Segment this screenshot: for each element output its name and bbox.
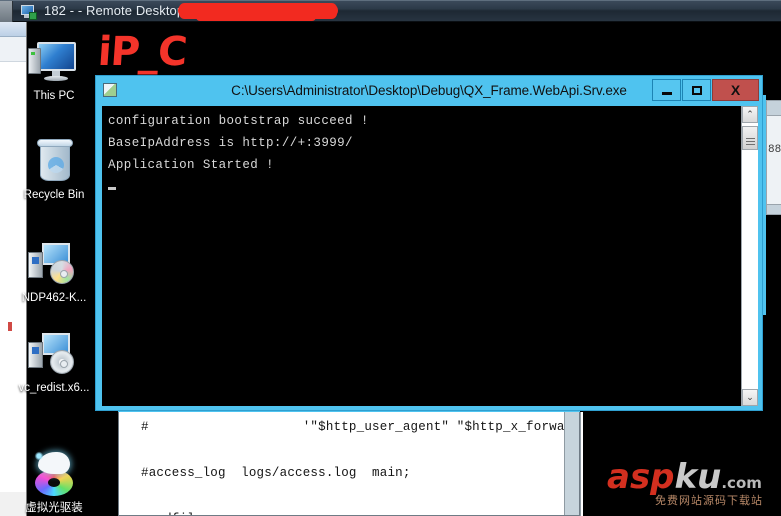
console-line: configuration bootstrap succeed ! <box>108 114 369 128</box>
minimize-button[interactable] <box>652 79 681 101</box>
scrollbar-track[interactable] <box>742 150 758 389</box>
editor-line: # '"$http_user_agent" "$http_x_forwa <box>141 420 564 434</box>
scroll-down-arrow-icon[interactable]: ⌄ <box>742 389 758 406</box>
computer-icon <box>26 38 82 86</box>
maximize-button[interactable] <box>682 79 711 101</box>
background-window-right-fragment[interactable]: 88 <box>766 100 781 215</box>
editor-scrollbar[interactable] <box>564 412 579 515</box>
watermark-ku: ku <box>674 457 722 497</box>
watermark-asp: asp <box>607 457 675 497</box>
scrollbar-thumb[interactable] <box>742 126 758 150</box>
desktop-icon-label: 虚拟光驱装 <box>25 502 83 514</box>
desktop-icon-label: vc_redist.x6... <box>18 382 90 394</box>
rdp-title-prefix: 182 - <box>44 3 78 18</box>
desktop-icon-label: Recycle Bin <box>23 189 85 201</box>
window-controls[interactable]: X <box>651 79 759 101</box>
desktop-icon-recycle-bin[interactable]: Recycle Bin <box>8 137 100 202</box>
fragment-header <box>767 101 781 116</box>
fragment-text: 88 <box>768 144 781 156</box>
redaction-mark <box>178 4 338 21</box>
desktop-icon-virtual-drive[interactable]: 虚拟光驱装 <box>8 450 100 515</box>
console-scrollbar[interactable]: ⌃ ⌄ <box>741 106 758 406</box>
editor-content[interactable]: # '"$http_user_agent" "$http_x_forwa #ac… <box>127 412 564 515</box>
rdp-pin-button[interactable] <box>0 0 13 22</box>
close-button[interactable]: X <box>712 79 759 101</box>
console-output[interactable]: configuration bootstrap succeed ! BaseIpA… <box>102 106 741 406</box>
console-window[interactable]: C:\Users\Administrator\Desktop\Debug\QX_… <box>95 75 763 411</box>
desktop-icon-ndp462[interactable]: NDP462-K... <box>8 240 100 305</box>
handwritten-annotation: iP_C <box>96 29 188 75</box>
installer-package-icon <box>26 330 82 378</box>
remote-desktop-icon <box>20 3 37 20</box>
desktop-icon-vc-redist[interactable]: vc_redist.x6... <box>8 330 100 395</box>
desktop-icon-label: This PC <box>33 90 75 102</box>
fragment-footer <box>767 204 781 214</box>
editor-right-pane <box>580 412 583 516</box>
virtual-drive-icon <box>26 450 82 498</box>
console-body[interactable]: configuration bootstrap succeed ! BaseIpA… <box>102 106 758 406</box>
console-icon[interactable] <box>103 83 117 97</box>
editor-line: #access_log logs/access.log main; <box>141 466 411 480</box>
rdp-connection-bar[interactable]: 182 - - Remote Desktop Connection <box>0 0 781 22</box>
fragment-titlebar <box>0 22 26 37</box>
installer-package-icon <box>26 240 82 288</box>
desktop-icon-label: NDP462-K... <box>21 292 87 304</box>
editor-gutter <box>119 412 127 515</box>
scroll-up-arrow-icon[interactable]: ⌃ <box>742 106 758 123</box>
console-line: BaseIpAddress is http://+:3999/ <box>108 136 353 150</box>
editor-window[interactable]: # '"$http_user_agent" "$http_x_forwa #ac… <box>118 412 580 516</box>
console-cursor <box>108 176 741 198</box>
console-titlebar[interactable]: C:\Users\Administrator\Desktop\Debug\QX_… <box>96 76 762 104</box>
watermark-com: .com <box>721 474 762 492</box>
recycle-bin-icon <box>26 137 82 185</box>
desktop-icon-this-pc[interactable]: This PC <box>8 38 100 103</box>
console-line: Application Started ! <box>108 158 274 172</box>
watermark-subtitle: 免费网站源码下载站 <box>655 494 763 507</box>
watermark-logo: aspku.com 免费网站源码下载站 <box>607 460 775 508</box>
editor-line: sendfile on; <box>141 508 564 515</box>
